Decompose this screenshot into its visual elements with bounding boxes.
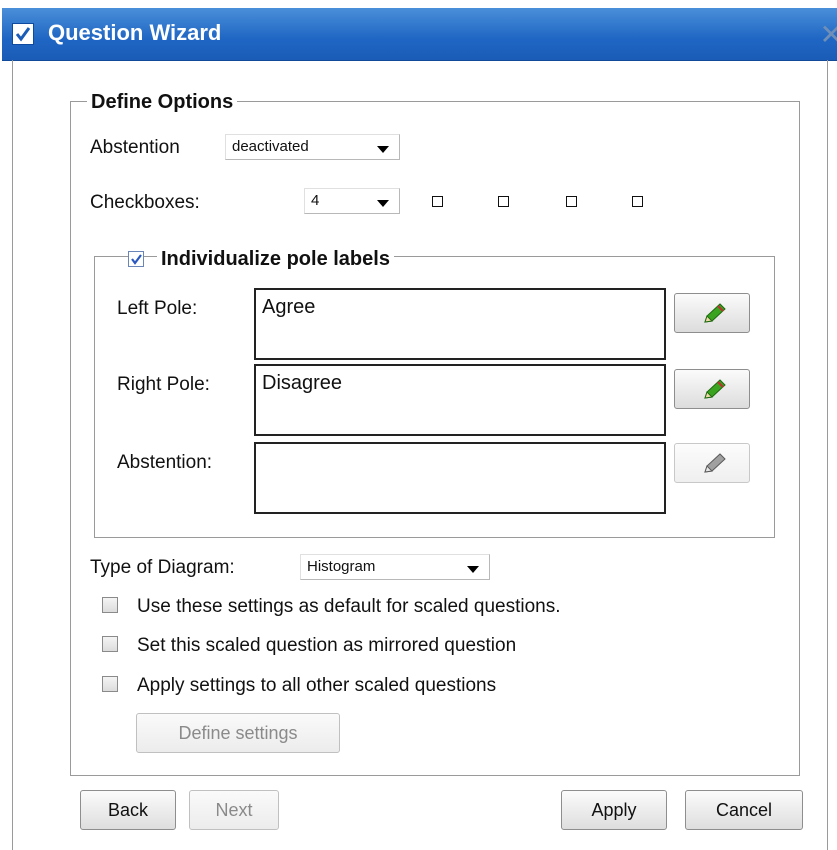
left-pole-input[interactable]: Agree: [254, 288, 666, 360]
back-button[interactable]: Back: [80, 790, 176, 830]
right-pole-input[interactable]: Disagree: [254, 364, 666, 436]
abstention-pole-label: Abstention:: [117, 452, 213, 473]
edit-abstention-button[interactable]: [674, 443, 750, 483]
apply-all-label: Apply settings to all other scaled quest…: [137, 675, 497, 696]
edit-right-pole-button[interactable]: [674, 369, 750, 409]
apply-all-checkbox[interactable]: [102, 676, 118, 692]
default-settings-label: Use these settings as default for scaled…: [137, 596, 561, 617]
pencil-icon: [704, 379, 726, 399]
checkbox-checked-icon: [12, 23, 34, 45]
diagram-type-label: Type of Diagram:: [90, 557, 235, 578]
abstention-label: Abstention: [90, 137, 180, 158]
checkboxes-select[interactable]: 4: [304, 188, 400, 214]
chevron-down-icon: [467, 566, 479, 573]
preview-checkbox-3: [566, 196, 577, 207]
default-settings-checkbox[interactable]: [102, 597, 118, 613]
edit-left-pole-button[interactable]: [674, 293, 750, 333]
apply-button[interactable]: Apply: [561, 790, 667, 830]
right-pole-label: Right Pole:: [117, 374, 210, 395]
mirrored-question-label: Set this scaled question as mirrored que…: [137, 635, 517, 656]
preview-checkbox-2: [498, 196, 509, 207]
pencil-icon: [704, 453, 726, 473]
diagram-type-value: Histogram: [307, 558, 376, 575]
checkboxes-label: Checkboxes:: [90, 192, 200, 213]
individualize-checkbox[interactable]: [128, 251, 144, 267]
left-pole-label: Left Pole:: [117, 298, 198, 319]
next-button[interactable]: Next: [189, 790, 279, 830]
chevron-down-icon: [377, 200, 389, 207]
diagram-type-select[interactable]: Histogram: [300, 554, 490, 580]
mirrored-question-checkbox[interactable]: [102, 636, 118, 652]
define-options-legend: Define Options: [87, 91, 238, 114]
checkboxes-select-value: 4: [311, 192, 320, 209]
chevron-down-icon: [377, 146, 389, 153]
define-settings-button[interactable]: Define settings: [136, 713, 340, 753]
pencil-icon: [704, 303, 726, 323]
window-title: Question Wizard: [48, 20, 222, 45]
close-icon[interactable]: ✕: [820, 18, 837, 51]
question-wizard-window: Question Wizard ✕ Define Options Abstent…: [0, 0, 837, 850]
check-icon: [131, 254, 142, 265]
preview-checkbox-4: [632, 196, 643, 207]
abstention-pole-input[interactable]: [254, 442, 666, 514]
cancel-button[interactable]: Cancel: [685, 790, 803, 830]
pole-labels-legend: Individualize pole labels: [157, 248, 394, 271]
abstention-select-value: deactivated: [232, 138, 309, 155]
title-bar[interactable]: Question Wizard ✕: [2, 8, 837, 61]
preview-checkbox-1: [432, 196, 443, 207]
abstention-select[interactable]: deactivated: [225, 134, 400, 160]
